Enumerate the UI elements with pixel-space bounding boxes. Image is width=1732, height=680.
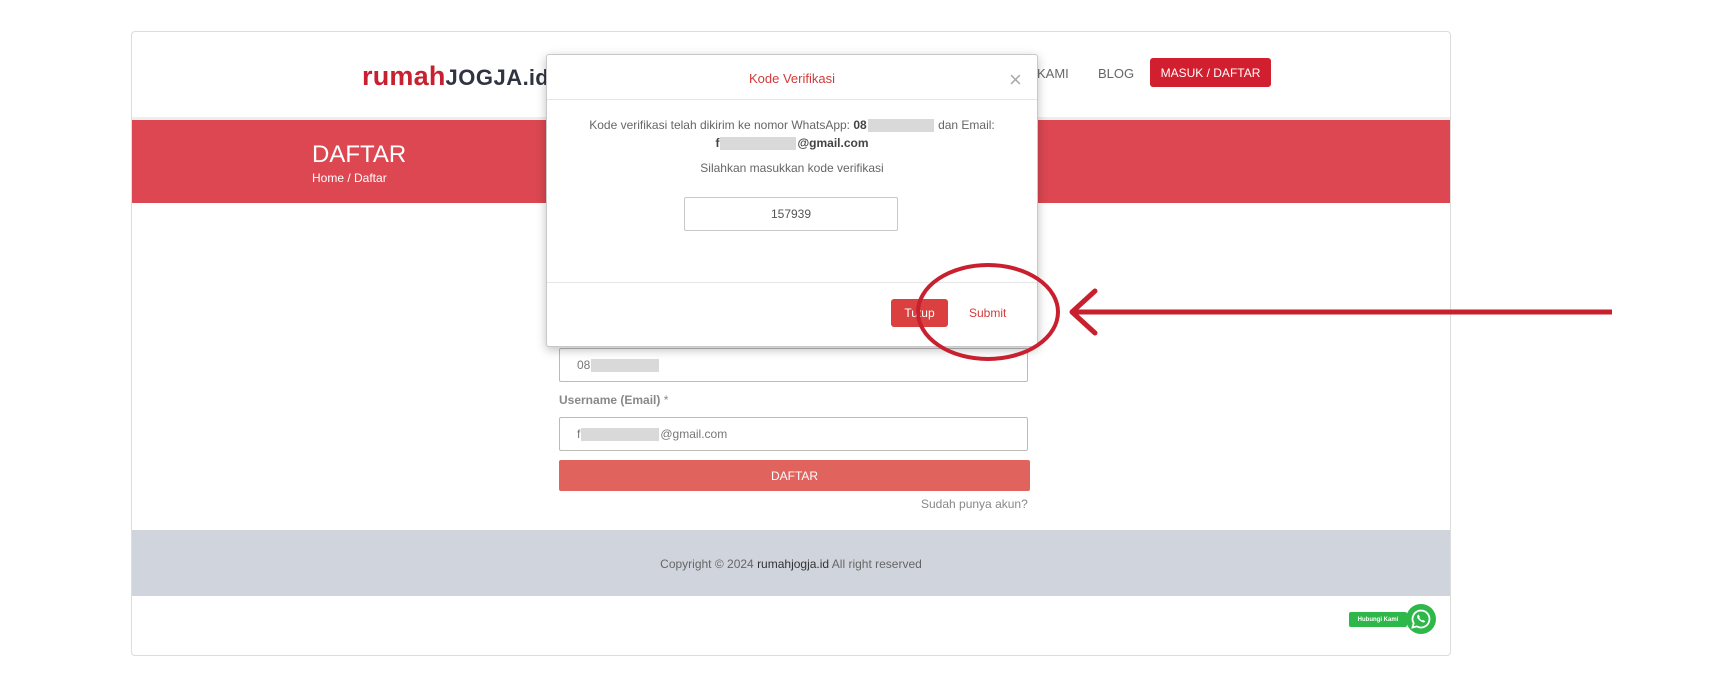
redacted-block	[591, 358, 660, 372]
close-icon[interactable]: ×	[1009, 69, 1022, 91]
breadcrumb[interactable]: Home / Daftar	[312, 171, 387, 185]
register-submit-button[interactable]: DAFTAR	[559, 460, 1030, 491]
whatsapp-label: Hubungi Kami	[1349, 612, 1407, 627]
redacted-block	[867, 119, 934, 133]
email-field[interactable]: f @gmail.com	[559, 417, 1028, 451]
modal-email: f @gmail.com	[715, 136, 869, 151]
modal-divider	[547, 282, 1037, 283]
site-logo[interactable]: rumahJOGJA.id	[362, 61, 549, 92]
copyright-text: Copyright © 2024 rumahjogja.id All right…	[660, 557, 922, 571]
verification-modal: Kode Verifikasi × Kode verifikasi telah …	[546, 54, 1038, 347]
login-register-button[interactable]: MASUK / DAFTAR	[1150, 58, 1271, 87]
submit-button[interactable]: Submit	[969, 306, 1006, 320]
whatsapp-icon	[1406, 604, 1436, 634]
redacted-block	[581, 427, 660, 441]
username-label: Username (Email) *	[559, 393, 669, 407]
whatsapp-contact-button[interactable]: Hubungi Kami	[1349, 602, 1445, 636]
page-title: DAFTAR	[312, 141, 407, 168]
nav-item-blog[interactable]: BLOG	[1098, 66, 1134, 81]
modal-message: Kode verifikasi telah dikirim ke nomor W…	[589, 118, 995, 133]
footer: Copyright © 2024 rumahjogja.id All right…	[132, 530, 1450, 596]
nav-item-tentang-kami[interactable]: KAMI	[1037, 66, 1069, 81]
modal-divider	[547, 99, 1037, 100]
modal-instruction: Silahkan masukkan kode verifikasi	[700, 161, 884, 175]
modal-title: Kode Verifikasi	[749, 71, 835, 86]
close-button[interactable]: Tutup	[891, 299, 948, 327]
login-link[interactable]: Sudah punya akun?	[921, 497, 1028, 511]
verification-code-input[interactable]	[684, 197, 898, 231]
redacted-block	[720, 137, 797, 151]
phone-field[interactable]: 08	[559, 348, 1028, 382]
